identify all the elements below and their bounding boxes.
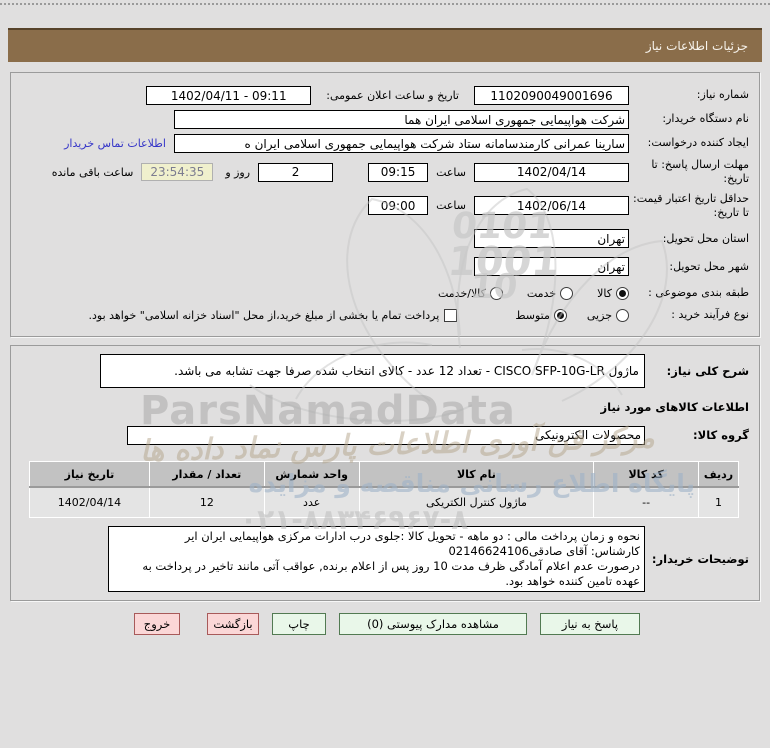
col-unit: واحد شمارش xyxy=(263,460,360,489)
reply-to-need-button[interactable]: پاسخ به نیاز xyxy=(540,612,640,635)
radio-goods[interactable]: کالا xyxy=(597,286,629,300)
creator-label: ایجاد کننده درخواست: xyxy=(647,136,749,150)
need-number-input[interactable] xyxy=(474,86,629,105)
radio-service[interactable]: خدمت xyxy=(526,286,574,300)
buyer-org-input[interactable] xyxy=(174,110,629,129)
province-row: استان محل تحویل: xyxy=(21,229,749,249)
purchase-type-label: نوع فرآیند خرید : xyxy=(671,308,749,322)
reply-hour-label: ساعت xyxy=(436,165,466,179)
announce-datetime-input[interactable] xyxy=(146,86,312,105)
buyer-notes-line: نحوه و زمان پرداخت مالی : دو ماهه - تحوی… xyxy=(184,528,640,543)
subject-class-label: طبقه بندی موضوعی : xyxy=(648,286,749,300)
days-and-label: روز و xyxy=(225,165,251,179)
price-validity-time-input[interactable] xyxy=(368,196,429,216)
goods-section-heading: اطلاعات کالاهای مورد نیاز xyxy=(600,399,749,414)
reply-deadline-row: مهلت ارسال پاسخ: تا تاریخ: ساعت روز و 23… xyxy=(21,158,749,187)
col-row-number: ردیف xyxy=(698,460,739,489)
buyer-contact-link[interactable]: اطلاعات تماس خریدار xyxy=(64,137,166,150)
col-item-code: کد کالا xyxy=(593,460,700,489)
province-input[interactable] xyxy=(474,229,629,249)
back-button[interactable]: بازگشت xyxy=(207,612,259,635)
cell-need-date: 1402/04/14 xyxy=(29,486,150,518)
buyer-notes-line: عهده تامین کننده خواهد بود. xyxy=(505,573,640,588)
radio-goods-service-label: کالا/خدمت xyxy=(438,286,486,300)
col-item-name: نام کالا xyxy=(358,460,595,489)
buyer-notes-line: کارشناس: آقای صادقی02146624106 xyxy=(448,543,640,558)
reply-deadline-time-input[interactable] xyxy=(368,162,429,182)
radio-goods-label: کالا xyxy=(597,286,612,300)
top-dotted-line xyxy=(0,3,770,5)
print-button[interactable]: چاپ xyxy=(272,612,326,635)
col-need-date: تاریخ نیاز xyxy=(29,460,150,489)
city-input[interactable] xyxy=(474,257,629,277)
goods-group-input[interactable] xyxy=(127,425,645,445)
reply-deadline-date-input[interactable] xyxy=(474,162,629,182)
radio-partial[interactable]: جزیی xyxy=(586,309,629,323)
radio-service-icon[interactable] xyxy=(560,286,574,300)
subject-class-row: طبقه بندی موضوعی : کالا خدمت کالا/خدمت xyxy=(21,286,749,300)
city-row: شهر محل تحویل: xyxy=(21,257,749,277)
goods-table: ردیف کد کالا نام کالا واحد شمارش تعداد /… xyxy=(29,460,739,518)
announce-label: تاریخ و ساعت اعلان عمومی: xyxy=(326,89,459,102)
buyer-notes-row: توضیحات خریدار: نحوه و زمان پرداخت مالی … xyxy=(21,525,749,592)
purchase-type-row: نوع فرآیند خرید : جزیی متوسط پرداخت تمام… xyxy=(21,308,749,323)
creator-input[interactable] xyxy=(174,134,629,153)
reply-deadline-label: مهلت ارسال پاسخ: تا تاریخ: xyxy=(651,158,749,186)
buyer-notes-line: درصورت عدم اعلام آمادگی ظرف مدت 10 روز پ… xyxy=(142,558,640,573)
need-info-panel: شماره نیاز: تاریخ و ساعت اعلان عمومی: نا… xyxy=(10,72,760,337)
buyer-org-label: نام دستگاه خریدار: xyxy=(662,112,749,126)
treasury-checkbox[interactable] xyxy=(444,309,458,323)
hours-remaining-label: ساعت باقی مانده xyxy=(51,165,134,179)
price-validity-date-input[interactable] xyxy=(474,196,629,216)
goods-info-panel: شرح کلی نیاز: ماژول CISCO SFP-10G-LR - ت… xyxy=(10,344,760,601)
radio-medium[interactable]: متوسط xyxy=(515,309,567,323)
radio-goods-service[interactable]: کالا/خدمت xyxy=(438,286,503,300)
radio-goods-service-icon[interactable] xyxy=(489,286,503,300)
need-number-row: شماره نیاز: تاریخ و ساعت اعلان عمومی: xyxy=(21,86,749,105)
page-title: جزئیات اطلاعات نیاز xyxy=(645,39,748,53)
cell-unit: عدد xyxy=(263,486,360,518)
goods-group-label: گروه کالا: xyxy=(693,428,749,443)
view-attachments-button[interactable]: مشاهده مدارک پیوستی (0) xyxy=(339,612,527,635)
radio-medium-icon[interactable] xyxy=(553,309,567,323)
remaining-days-input[interactable] xyxy=(258,162,334,182)
radio-partial-icon[interactable] xyxy=(616,309,629,323)
goods-table-header-row: ردیف کد کالا نام کالا واحد شمارش تعداد /… xyxy=(29,460,739,489)
cell-item-code: -- xyxy=(593,486,700,518)
radio-medium-label: متوسط xyxy=(515,309,550,323)
city-label: شهر محل تحویل: xyxy=(669,259,749,273)
buyer-notes-box: نحوه و زمان پرداخت مالی : دو ماهه - تحوی… xyxy=(108,525,645,592)
treasury-checkbox-label: پرداخت تمام یا بخشی از مبلغ خرید،از محل … xyxy=(88,309,440,323)
exit-button[interactable]: خروج xyxy=(134,612,180,635)
overall-desc-row: شرح کلی نیاز: ماژول CISCO SFP-10G-LR - ت… xyxy=(21,353,749,388)
buyer-notes-label: توضیحات خریدار: xyxy=(651,551,749,566)
col-quantity: تعداد / مقدار xyxy=(148,460,265,489)
treasury-checkbox-group[interactable]: پرداخت تمام یا بخشی از مبلغ خرید،از محل … xyxy=(88,309,458,323)
cell-quantity: 12 xyxy=(148,486,265,518)
radio-goods-icon[interactable] xyxy=(616,286,629,300)
overall-desc-label: شرح کلی نیاز: xyxy=(666,363,749,378)
goods-group-row: گروه کالا: xyxy=(21,425,749,445)
creator-row: ایجاد کننده درخواست: اطلاعات تماس خریدار xyxy=(21,134,749,153)
buyer-org-row: نام دستگاه خریدار: xyxy=(21,110,749,129)
cell-item-name: ماژول کنترل الکتریکی xyxy=(358,486,595,518)
page-header: جزئیات اطلاعات نیاز xyxy=(8,28,762,62)
countdown-timer: 23:54:35 xyxy=(141,163,214,182)
cell-row-number: 1 xyxy=(698,486,739,518)
overall-desc-box: ماژول CISCO SFP-10G-LR - تعداد 12 عدد - … xyxy=(100,353,645,388)
need-number-label: شماره نیاز: xyxy=(696,88,749,102)
price-validity-label: حداقل تاریخ اعتبار قیمت: تا تاریخ: xyxy=(633,191,749,219)
action-buttons-row: پاسخ به نیاز مشاهده مدارک پیوستی (0) چاپ… xyxy=(0,612,640,635)
radio-service-label: خدمت xyxy=(526,286,557,300)
province-label: استان محل تحویل: xyxy=(662,231,749,245)
table-row: 1 -- ماژول کنترل الکتریکی عدد 12 1402/04… xyxy=(29,486,739,518)
radio-partial-label: جزیی xyxy=(586,309,612,323)
validity-hour-label: ساعت xyxy=(436,199,466,213)
price-validity-row: حداقل تاریخ اعتبار قیمت: تا تاریخ: ساعت xyxy=(21,192,749,221)
